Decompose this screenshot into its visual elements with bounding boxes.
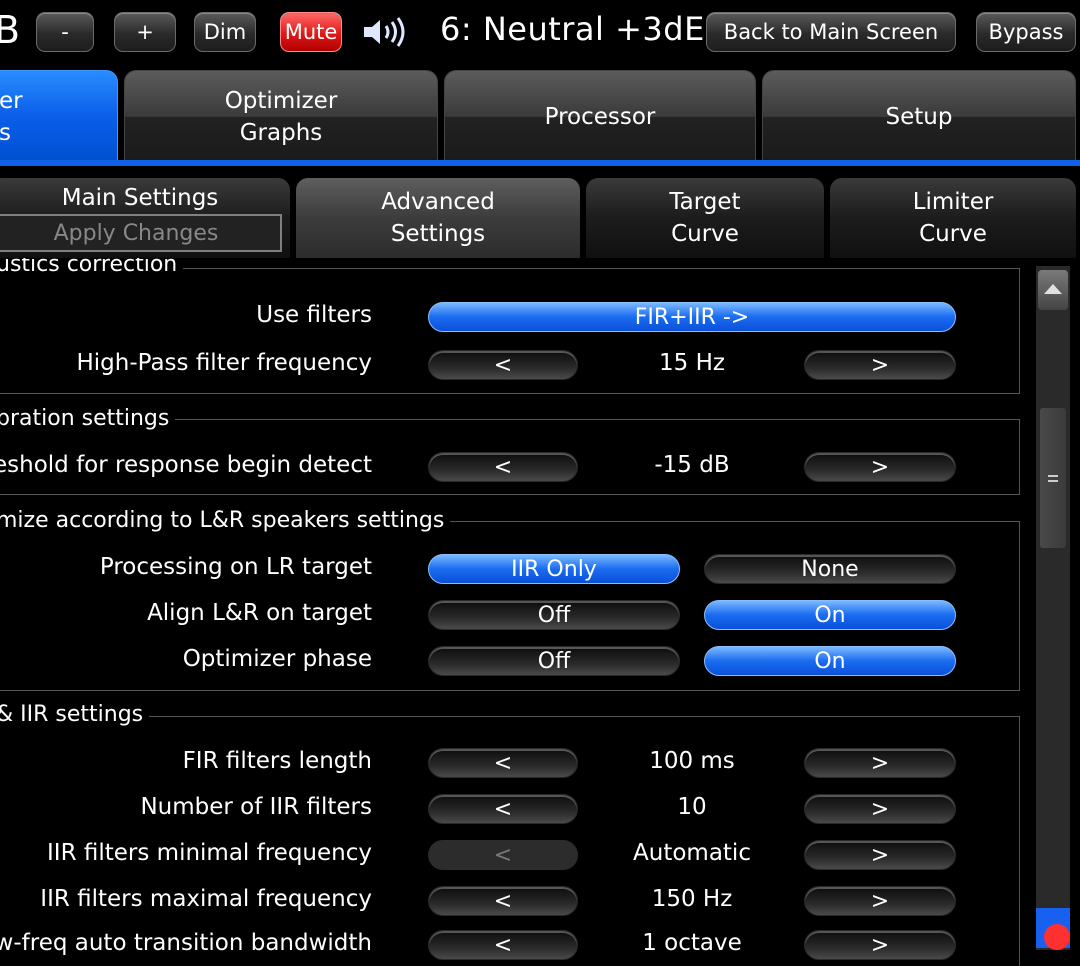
group-title: mize according to L&R speakers settings: [0, 508, 451, 533]
tab-optimizer-graphs[interactable]: Optimizer Graphs: [124, 70, 438, 162]
lowfreq-bandwidth-value: 1 octave: [642, 930, 742, 956]
speaker-volume-icon[interactable]: [362, 16, 410, 48]
tab-optimizer-settings[interactable]: er s: [0, 70, 118, 162]
group-title: & IIR settings: [0, 702, 150, 727]
align-lr-off-option[interactable]: Off: [428, 600, 680, 630]
hp-filter-decrease-button[interactable]: <: [428, 350, 578, 380]
settings-panel: ustics correction Use filters FIR+IIR ->…: [0, 258, 1036, 966]
iir-max-freq-value: 150 Hz: [651, 886, 733, 912]
hp-filter-increase-button[interactable]: >: [804, 350, 956, 380]
tab-label-line2: s: [0, 119, 11, 146]
tab-label: Processor: [544, 103, 656, 130]
fir-length-value: 100 ms: [649, 748, 735, 774]
optimizer-phase-on-option[interactable]: On: [704, 646, 956, 676]
hp-filter-value: 15 Hz: [659, 350, 725, 376]
tab-label-line1: Advanced: [381, 189, 495, 215]
threshold-decrease-button[interactable]: <: [428, 452, 578, 482]
top-bar: B - + Dim Mute 6: Neutral +3dE Back to M…: [0, 0, 1080, 66]
align-lr-on-option[interactable]: On: [704, 600, 956, 630]
tab-label-line1: Optimizer: [224, 87, 338, 114]
volume-up-button[interactable]: +: [114, 12, 176, 52]
tab-label-line1: Limiter: [912, 189, 994, 215]
tab-label-line2: Settings: [390, 221, 486, 247]
vertical-scrollbar[interactable]: [1036, 266, 1070, 950]
group-title: bration settings: [0, 406, 176, 431]
use-filters-label: Use filters: [256, 302, 372, 328]
iir-count-value: 10: [677, 794, 707, 820]
tab-label: Setup: [885, 103, 953, 130]
fir-length-label: FIR filters length: [182, 748, 372, 774]
scroll-thumb[interactable]: [1040, 408, 1066, 548]
bypass-button[interactable]: Bypass: [976, 12, 1076, 52]
lowfreq-bandwidth-label: Low-freq auto transition bandwidth: [0, 930, 372, 956]
tab-label-line1: Target: [669, 189, 741, 215]
threshold-label: Threshold for response begin detect: [0, 452, 372, 478]
tab-label-line2: Curve: [671, 221, 739, 247]
iir-max-freq-increase-button[interactable]: >: [804, 886, 956, 916]
iir-max-freq-decrease-button[interactable]: <: [428, 886, 578, 916]
processing-lr-target-label: Processing on LR target: [99, 554, 372, 580]
tab-processor[interactable]: Processor: [444, 70, 756, 162]
iir-count-increase-button[interactable]: >: [804, 794, 956, 824]
volume-down-button[interactable]: -: [36, 12, 94, 52]
optimizer-phase-off-option[interactable]: Off: [428, 646, 680, 676]
optimizer-phase-label: Optimizer phase: [182, 646, 372, 672]
threshold-value: -15 dB: [654, 452, 730, 478]
preset-name: 6: Neutral +3dE: [440, 10, 705, 48]
tab-limiter-curve[interactable]: Limiter Curve: [830, 178, 1076, 258]
iir-count-label: Number of IIR filters: [140, 794, 372, 820]
iir-max-freq-label: IIR filters maximal frequency: [40, 886, 372, 912]
tab-label-line2: Curve: [919, 221, 987, 247]
iir-count-decrease-button[interactable]: <: [428, 794, 578, 824]
fir-length-increase-button[interactable]: >: [804, 748, 956, 778]
arrow-up-icon: [1044, 284, 1062, 294]
dim-button[interactable]: Dim: [194, 12, 256, 52]
iir-min-freq-decrease-button[interactable]: <: [428, 840, 578, 870]
tab-target-curve[interactable]: Target Curve: [586, 178, 824, 258]
grip-icon: [1048, 475, 1058, 482]
status-indicator-icon: [1044, 924, 1070, 950]
lowfreq-bandwidth-decrease-button[interactable]: <: [428, 930, 578, 960]
tab-label: Main Settings: [61, 185, 219, 211]
processing-iir-only-option[interactable]: IIR Only: [428, 554, 680, 584]
tab-advanced-settings[interactable]: Advanced Settings: [296, 178, 580, 258]
iir-min-freq-increase-button[interactable]: >: [804, 840, 956, 870]
group-title: ustics correction: [0, 258, 184, 277]
tab-label-line1: er: [0, 87, 23, 114]
lowfreq-bandwidth-increase-button[interactable]: >: [804, 930, 956, 960]
processing-none-option[interactable]: None: [704, 554, 956, 584]
fir-length-decrease-button[interactable]: <: [428, 748, 578, 778]
iir-min-freq-label: IIR filters minimal frequency: [47, 840, 372, 866]
threshold-increase-button[interactable]: >: [804, 452, 956, 482]
tab-label-line2: Graphs: [239, 119, 323, 146]
hp-filter-label: High-Pass filter frequency: [76, 350, 372, 376]
mute-button[interactable]: Mute: [280, 12, 342, 52]
app-logo: B: [0, 8, 21, 52]
iir-min-freq-value: Automatic: [633, 840, 751, 866]
align-lr-label: Align L&R on target: [147, 600, 372, 626]
apply-changes-button[interactable]: Apply Changes: [0, 214, 282, 252]
back-to-main-screen-button[interactable]: Back to Main Screen: [706, 12, 956, 52]
tab-underline: [0, 160, 1080, 166]
scroll-up-button[interactable]: [1038, 270, 1068, 310]
use-filters-toggle[interactable]: FIR+IIR ->: [428, 302, 956, 332]
tab-setup[interactable]: Setup: [762, 70, 1076, 162]
